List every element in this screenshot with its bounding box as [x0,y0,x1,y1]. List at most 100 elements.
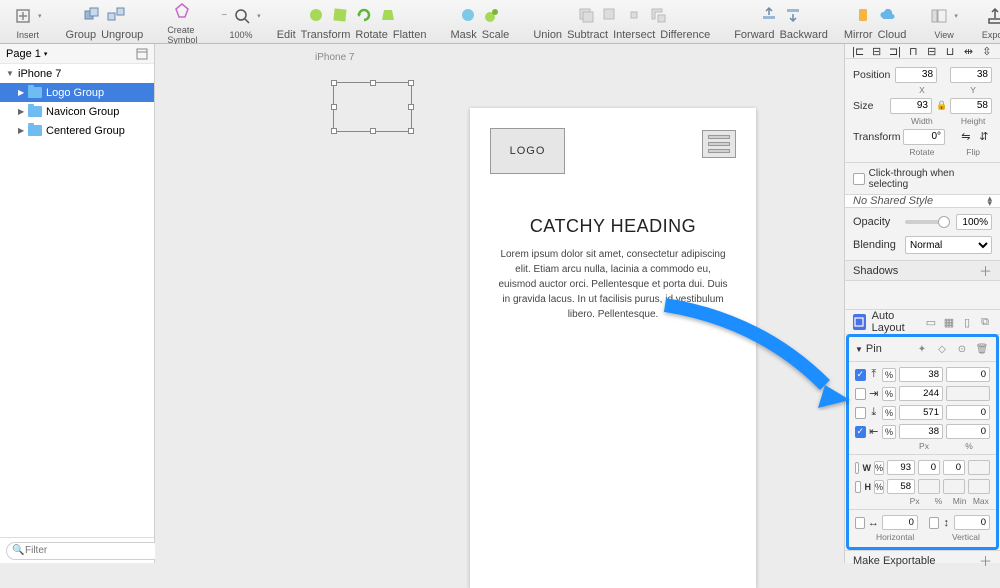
pin-right-pct[interactable] [946,386,990,401]
center-v-icon: ↕ [942,517,951,529]
make-exportable[interactable]: Make Exportable＋ [845,550,1000,570]
opacity-slider[interactable] [905,220,950,224]
forward-icon[interactable] [760,6,778,24]
align-right-icon[interactable]: ⊐| [887,44,903,58]
backward-icon[interactable] [784,6,802,24]
pin-w-px[interactable] [887,460,915,475]
filter-input[interactable] [6,542,174,560]
logo-element[interactable]: LOGO [490,128,565,174]
canvas[interactable]: LOGO CATCHY HEADING Lorem ipsum dolor si… [155,44,844,563]
align-vcenter-icon[interactable]: ⊟ [924,44,940,58]
cloud-icon[interactable] [878,6,896,24]
distribute-h-icon[interactable]: ⇹ [960,44,976,58]
export-icon [986,7,1000,25]
group-tool[interactable]: Group Ungroup [66,3,144,41]
heading-text[interactable]: CATCHY HEADING [470,216,756,237]
pin-left-px[interactable] [899,424,943,439]
pct-toggle[interactable]: % [882,368,896,382]
layer-row-logo-group[interactable]: ▶Logo Group [0,83,154,102]
align-hcenter-icon[interactable]: ⊟ [869,44,885,58]
flip-v-icon[interactable]: ⇵ [976,130,992,144]
artboard-row[interactable]: ▼iPhone 7 [0,64,154,83]
mirror-icon[interactable] [854,6,872,24]
create-symbol-tool[interactable]: Create Symbol [167,0,197,45]
clickthrough-checkbox[interactable]: Click-through when selecting [853,168,992,189]
pin-bottom-check[interactable] [855,407,866,419]
layer-row-centered-group[interactable]: ▶Centered Group [0,121,154,140]
flip-h-icon[interactable]: ⇋ [958,130,974,144]
pin-h-check[interactable] [855,481,861,493]
height-input[interactable] [950,98,992,114]
ungroup-icon[interactable] [107,6,125,24]
add-export-icon[interactable]: ＋ [979,551,992,570]
difference-icon[interactable] [649,6,667,24]
pin-trash-icon[interactable]: 🗑 [974,341,990,357]
alignment-row: |⊏ ⊟ ⊐| ⊓ ⊟ ⊔ ⇹ ⇳ [845,44,1000,59]
union-icon[interactable] [577,6,595,24]
pos-x-input[interactable] [895,67,937,83]
boolean-ops: Union Subtract Intersect Difference [533,3,710,41]
add-shadow-icon[interactable]: ＋ [979,261,992,280]
edit-transform-rotate-flatten: Edit Transform Rotate Flatten [277,3,427,41]
lock-aspect-icon[interactable]: 🔒 [936,100,946,111]
opacity-input[interactable] [956,214,992,230]
scale-icon[interactable] [483,6,501,24]
pin-left-pct[interactable] [946,424,990,439]
layer-tree: ▼iPhone 7 ▶Logo Group ▶Navicon Group ▶Ce… [0,64,154,537]
zoom-tool[interactable]: −▾ 100% [221,4,260,40]
group-icon [83,6,101,24]
layer-row-navicon-group[interactable]: ▶Navicon Group [0,102,154,121]
blending-select[interactable]: Normal [905,236,992,254]
center-h-check[interactable] [855,517,865,529]
pin-h-px[interactable] [887,479,915,494]
al-copy-icon[interactable]: ⧉ [978,315,992,329]
pin-left-check[interactable]: ✓ [855,426,866,438]
hamburger-element[interactable] [702,130,736,158]
al-folder-icon[interactable]: ▭ [924,315,938,329]
page-list-icon[interactable] [136,48,148,60]
center-v-check[interactable] [929,517,939,529]
al-col-icon[interactable]: ▯ [960,315,974,329]
pin-right-check[interactable] [855,388,866,400]
page-selector[interactable]: Page 1▾ [0,44,154,64]
auto-layout-row: Auto Layout ▭ ▦ ▯ ⧉ [845,309,1000,335]
pin-bottom-icon: ⤓ [869,406,879,419]
width-input[interactable] [890,98,932,114]
intersect-icon[interactable] [625,6,643,24]
symbol-icon [173,2,191,20]
artboard-label[interactable]: iPhone 7 [315,52,354,63]
subtract-icon[interactable] [601,6,619,24]
align-top-icon[interactable]: ⊓ [905,44,921,58]
al-grid-icon[interactable]: ▦ [942,315,956,329]
pin-top-px[interactable] [899,367,943,382]
rotate-input[interactable] [903,129,945,145]
view-tool[interactable]: ▾ View [930,4,958,40]
mask-icon[interactable] [459,6,477,24]
insert-tool[interactable]: ▾ Insert [14,4,42,40]
shadows-section[interactable]: Shadows＋ [845,260,1000,281]
pin-top-check[interactable]: ✓ [855,369,866,381]
pos-y-input[interactable] [950,67,992,83]
edit-icon[interactable] [307,6,325,24]
pin-bottom-px[interactable] [899,405,943,420]
pin-bottom-pct[interactable] [946,405,990,420]
flatten-icon[interactable] [379,6,397,24]
pin-mode3-icon[interactable]: ⊙ [954,341,970,357]
transform-icon[interactable] [331,6,349,24]
pin-mode1-icon[interactable]: ✦ [914,341,930,357]
artboard[interactable]: LOGO CATCHY HEADING Lorem ipsum dolor si… [470,108,756,588]
shared-style-select[interactable]: No Shared Style▴▾ [845,195,1000,208]
align-left-icon[interactable]: |⊏ [850,44,866,58]
pin-top-pct[interactable] [946,367,990,382]
lorem-text[interactable]: Lorem ipsum dolor sit amet, consectetur … [470,237,756,322]
arrange: Forward Backward [734,3,828,41]
distribute-v-icon[interactable]: ⇳ [979,44,995,58]
layer-filter: 🔍 ▣ ◧ [0,537,154,563]
pin-right-px[interactable] [899,386,943,401]
export-tool[interactable]: Export [982,4,1000,40]
pin-mode2-icon[interactable]: ◇ [934,341,950,357]
rotate-icon[interactable] [355,6,373,24]
align-bottom-icon[interactable]: ⊔ [942,44,958,58]
pin-w-check[interactable] [855,462,859,474]
inspector-panel: |⊏ ⊟ ⊐| ⊓ ⊟ ⊔ ⇹ ⇳ Position XY Size🔒 Widt… [844,44,1000,563]
